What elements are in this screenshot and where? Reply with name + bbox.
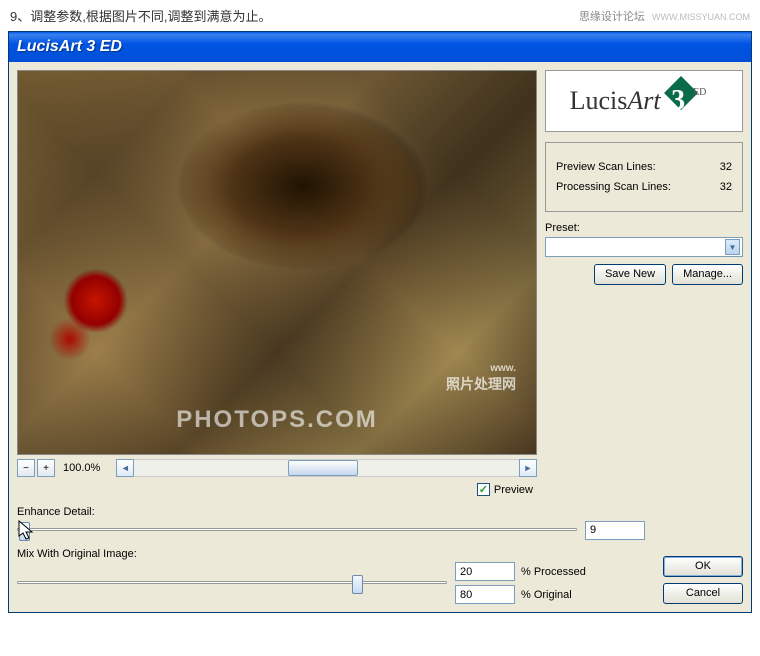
mix-slider-thumb[interactable] — [352, 575, 363, 594]
enhance-detail-slider[interactable] — [17, 520, 577, 540]
processed-input[interactable] — [455, 562, 515, 581]
chevron-down-icon[interactable]: ▼ — [725, 239, 740, 255]
save-new-button[interactable]: Save New — [594, 264, 666, 285]
watermark-photops-cn: www. 照片处理网 — [446, 363, 516, 394]
processed-label: % Processed — [521, 566, 591, 578]
processing-scan-lines-label: Processing Scan Lines: — [556, 181, 671, 193]
preview-checkbox-label: Preview — [494, 484, 533, 496]
plugin-window: LucisArt 3 ED www. 照片处理网 PHOTOPS.COM − +… — [8, 31, 752, 613]
enhance-detail-input[interactable] — [585, 521, 645, 540]
zoom-percent: 100.0% — [57, 460, 106, 476]
scroll-right-arrow[interactable]: ► — [519, 459, 537, 477]
processing-scan-lines-value: 32 — [720, 181, 732, 193]
scan-lines-info: Preview Scan Lines: 32 Processing Scan L… — [545, 142, 743, 212]
titlebar[interactable]: LucisArt 3 ED — [9, 32, 751, 62]
watermark-photops: PHOTOPS.COM — [176, 406, 378, 434]
cancel-button[interactable]: Cancel — [663, 583, 743, 604]
logo: LucisArt 3ED — [545, 70, 743, 132]
forum-credit: 思缘设计论坛 WWW.MISSYUAN.COM — [579, 8, 750, 24]
preview-scan-lines-value: 32 — [720, 161, 732, 173]
enhance-detail-label: Enhance Detail: — [17, 506, 743, 518]
mix-label: Mix With Original Image: — [17, 548, 653, 560]
mix-slider[interactable] — [17, 573, 447, 593]
preview-panel: www. 照片处理网 PHOTOPS.COM − + 100.0% ◄ ► — [17, 70, 537, 496]
instruction-text: 9、调整参数,根据图片不同,调整到满意为止。 — [10, 6, 271, 25]
forum-url: WWW.MISSYUAN.COM — [652, 12, 750, 22]
original-label: % Original — [521, 589, 591, 601]
preview-checkbox[interactable]: ✓ — [477, 483, 490, 496]
forum-name: 思缘设计论坛 — [579, 11, 645, 23]
preset-label: Preset: — [545, 222, 743, 234]
scroll-track[interactable] — [134, 459, 519, 477]
zoom-in-button[interactable]: + — [37, 459, 55, 477]
scroll-thumb[interactable] — [288, 460, 358, 476]
original-input[interactable] — [455, 585, 515, 604]
enhance-slider-thumb[interactable] — [19, 522, 30, 541]
preview-scan-lines-label: Preview Scan Lines: — [556, 161, 656, 173]
zoom-out-button[interactable]: − — [17, 459, 35, 477]
horizontal-scrollbar[interactable]: ◄ ► — [116, 459, 537, 477]
scroll-left-arrow[interactable]: ◄ — [116, 459, 134, 477]
ok-button[interactable]: OK — [663, 556, 743, 577]
preset-dropdown[interactable]: ▼ — [545, 237, 743, 257]
manage-button[interactable]: Manage... — [672, 264, 743, 285]
preview-image[interactable]: www. 照片处理网 PHOTOPS.COM — [17, 70, 537, 455]
